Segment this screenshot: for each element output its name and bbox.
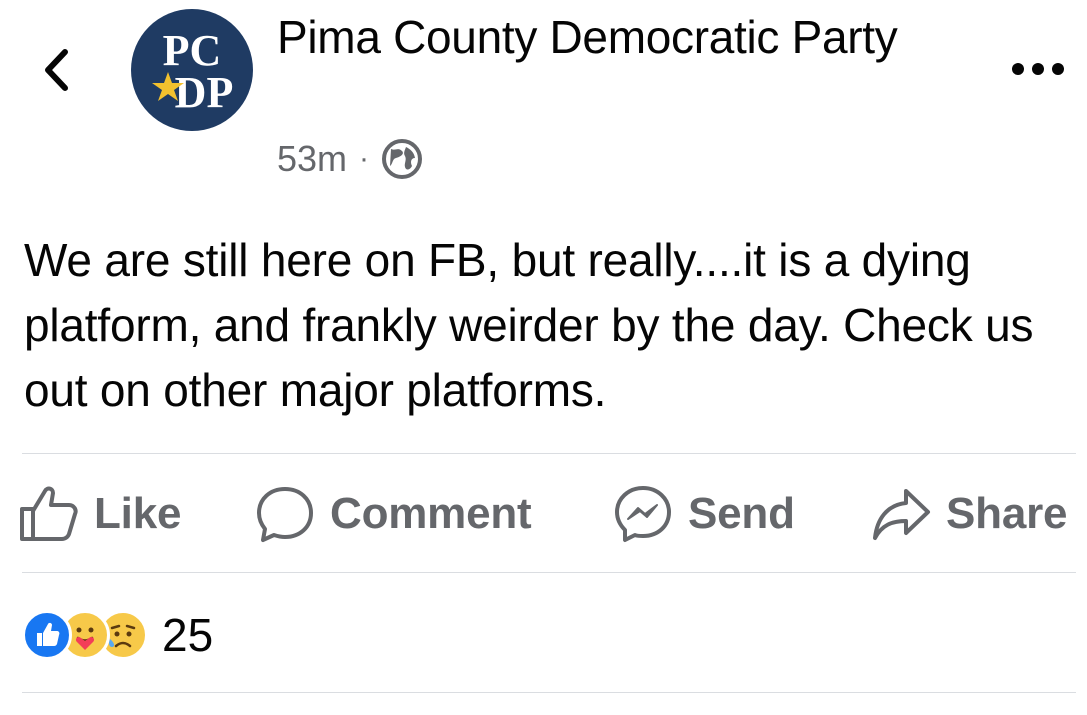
post-text: We are still here on FB, but really....i…	[24, 234, 1034, 416]
globe-icon	[382, 139, 423, 179]
like-label: Like	[94, 489, 182, 538]
reaction-count: 25	[162, 609, 214, 661]
share-label: Share	[946, 489, 1068, 538]
comment-label: Comment	[330, 489, 532, 538]
divider-bottom	[22, 692, 1076, 693]
like-button[interactable]: Like	[18, 476, 181, 552]
divider-middle	[22, 572, 1076, 573]
meta-separator: ·	[359, 142, 370, 175]
pcdp-logo: PC DP	[152, 26, 234, 117]
like-reaction-icon	[22, 610, 72, 660]
more-options-button[interactable]	[1008, 54, 1068, 84]
share-arrow-icon	[873, 489, 930, 540]
post-timestamp[interactable]: 53m	[277, 138, 347, 180]
share-button[interactable]: Share	[870, 476, 1067, 552]
chevron-left-icon	[45, 49, 68, 91]
comment-button[interactable]: Comment	[254, 476, 532, 552]
reactions-summary[interactable]: 25	[22, 605, 213, 665]
divider-top	[22, 453, 1076, 454]
back-button[interactable]	[36, 44, 76, 96]
action-bar: Like Comment Send Share	[18, 476, 1087, 552]
page-name[interactable]: Pima County Democratic Party	[277, 8, 977, 66]
send-button[interactable]: Send	[612, 476, 795, 552]
comment-bubble-icon	[257, 487, 313, 542]
page-avatar[interactable]: PC DP	[131, 9, 253, 131]
more-horizontal-icon	[1012, 63, 1064, 75]
post-meta: 53m ·	[277, 136, 423, 182]
messenger-icon	[615, 486, 671, 542]
thumbs-up-icon	[20, 486, 78, 541]
svg-text:DP: DP	[175, 68, 234, 117]
send-label: Send	[688, 489, 795, 538]
